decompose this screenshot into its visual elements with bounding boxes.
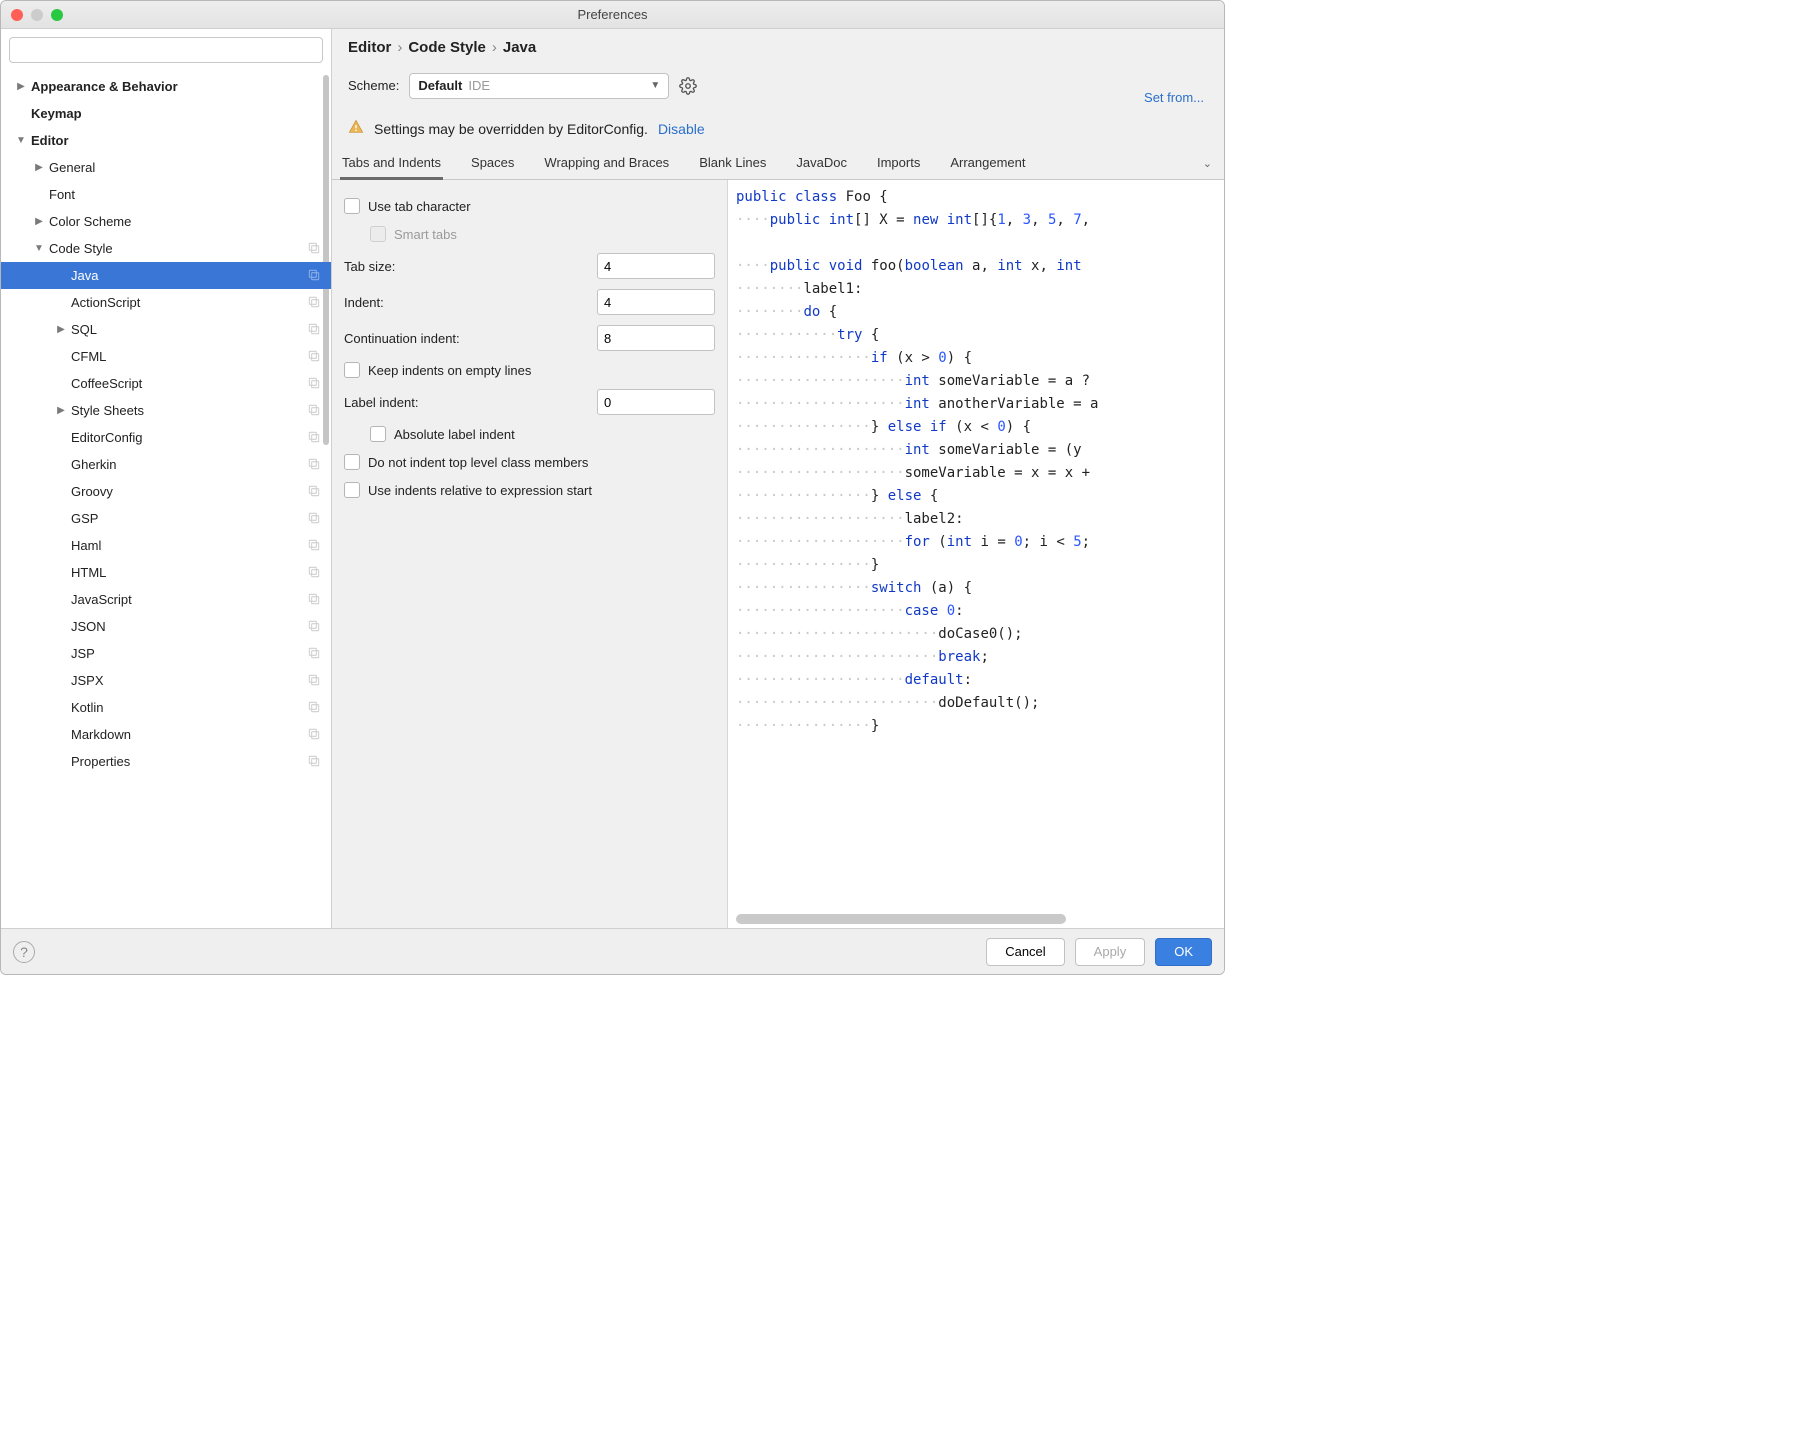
warning-icon — [348, 119, 364, 138]
tree-item-gsp[interactable]: GSP — [1, 505, 331, 532]
titlebar: Preferences — [1, 1, 1224, 29]
tree-item-cfml[interactable]: CFML — [1, 343, 331, 370]
code-preview: public class Foo { ····public int[] X = … — [727, 180, 1224, 928]
copy-icon — [307, 403, 323, 419]
tree-item-haml[interactable]: Haml — [1, 532, 331, 559]
copy-icon — [307, 727, 323, 743]
relative-expr-checkbox[interactable] — [344, 482, 360, 498]
copy-icon — [307, 322, 323, 338]
tabbar: Tabs and Indents Spaces Wrapping and Brace… — [332, 148, 1224, 180]
warning-text: Settings may be overridden by EditorConf… — [374, 121, 648, 137]
chevron-down-icon: ▼ — [650, 80, 660, 91]
copy-icon — [307, 673, 323, 689]
footer: ? Cancel Apply OK — [1, 928, 1224, 974]
apply-button: Apply — [1075, 938, 1146, 966]
tree-item-coffeescript[interactable]: CoffeeScript — [1, 370, 331, 397]
tree-item-font[interactable]: Font — [1, 181, 331, 208]
indent-field[interactable] — [597, 289, 715, 315]
scheme-label: Scheme: — [348, 78, 399, 93]
sidebar: ▶Appearance & BehaviorKeymap▼Editor▶Gene… — [1, 29, 332, 928]
copy-icon — [307, 565, 323, 581]
tabs-more-icon[interactable]: ⌄ — [1203, 157, 1216, 170]
tab-javadoc[interactable]: JavaDoc — [794, 148, 849, 180]
tab-spaces[interactable]: Spaces — [469, 148, 516, 180]
tree-item-gherkin[interactable]: Gherkin — [1, 451, 331, 478]
copy-icon — [307, 700, 323, 716]
expand-icon[interactable]: ▶ — [33, 216, 45, 227]
tree-item-markdown[interactable]: Markdown — [1, 721, 331, 748]
expand-icon[interactable]: ▼ — [15, 135, 27, 146]
disable-link[interactable]: Disable — [658, 121, 705, 137]
copy-icon — [307, 376, 323, 392]
tree-item-code-style[interactable]: ▼Code Style — [1, 235, 331, 262]
use-tab-checkbox[interactable] — [344, 198, 360, 214]
tab-arrangement[interactable]: Arrangement — [948, 148, 1027, 180]
help-icon[interactable]: ? — [13, 941, 35, 963]
copy-icon — [307, 619, 323, 635]
tab-wrapping-and-braces[interactable]: Wrapping and Braces — [542, 148, 671, 180]
expand-icon[interactable]: ▶ — [55, 324, 67, 335]
gear-icon[interactable] — [679, 77, 697, 95]
copy-icon — [307, 754, 323, 770]
tree-item-sql[interactable]: ▶SQL — [1, 316, 331, 343]
tree-item-general[interactable]: ▶General — [1, 154, 331, 181]
tree-item-jsp[interactable]: JSP — [1, 640, 331, 667]
tab-blank-lines[interactable]: Blank Lines — [697, 148, 768, 180]
keep-empty-checkbox[interactable] — [344, 362, 360, 378]
tree-item-appearance-behavior[interactable]: ▶Appearance & Behavior — [1, 73, 331, 100]
window-title: Preferences — [1, 7, 1224, 22]
label-indent-field[interactable] — [597, 389, 715, 415]
tab-tabs-and-indents[interactable]: Tabs and Indents — [340, 148, 443, 180]
search-input[interactable] — [9, 37, 323, 63]
expand-icon[interactable]: ▼ — [33, 243, 45, 254]
smart-tabs-checkbox — [370, 226, 386, 242]
absolute-label-checkbox[interactable] — [370, 426, 386, 442]
copy-icon — [307, 430, 323, 446]
main-panel: Editor›Code Style›Java Scheme: DefaultID… — [332, 29, 1224, 928]
scheme-select[interactable]: DefaultIDE ▼ — [409, 73, 669, 99]
tab-imports[interactable]: Imports — [875, 148, 922, 180]
tree-item-kotlin[interactable]: Kotlin — [1, 694, 331, 721]
tree-item-html[interactable]: HTML — [1, 559, 331, 586]
expand-icon[interactable]: ▶ — [55, 405, 67, 416]
tree-item-keymap[interactable]: Keymap — [1, 100, 331, 127]
tree-item-editorconfig[interactable]: EditorConfig — [1, 424, 331, 451]
tree-item-java[interactable]: Java — [1, 262, 331, 289]
tree-item-groovy[interactable]: Groovy — [1, 478, 331, 505]
no-top-indent-checkbox[interactable] — [344, 454, 360, 470]
copy-icon — [307, 349, 323, 365]
expand-icon[interactable]: ▶ — [33, 162, 45, 173]
copy-icon — [307, 484, 323, 500]
ok-button[interactable]: OK — [1155, 938, 1212, 966]
copy-icon — [307, 592, 323, 608]
horizontal-scrollbar[interactable] — [736, 914, 1066, 924]
tree-item-jspx[interactable]: JSPX — [1, 667, 331, 694]
tabs-indents-form: Use tab character Smart tabs Tab size: I… — [332, 180, 727, 928]
breadcrumb: Editor›Code Style›Java — [332, 29, 1224, 62]
continuation-indent-field[interactable] — [597, 325, 715, 351]
tree-item-style-sheets[interactable]: ▶Style Sheets — [1, 397, 331, 424]
tree-item-actionscript[interactable]: ActionScript — [1, 289, 331, 316]
expand-icon[interactable]: ▶ — [15, 81, 27, 92]
copy-icon — [307, 268, 323, 284]
cancel-button[interactable]: Cancel — [986, 938, 1064, 966]
tree-item-javascript[interactable]: JavaScript — [1, 586, 331, 613]
tree-item-editor[interactable]: ▼Editor — [1, 127, 331, 154]
settings-tree[interactable]: ▶Appearance & BehaviorKeymap▼Editor▶Gene… — [1, 71, 331, 928]
preferences-window: Preferences ▶Appearance & BehaviorKeymap… — [0, 0, 1225, 975]
copy-icon — [307, 457, 323, 473]
tab-size-field[interactable] — [597, 253, 715, 279]
tree-item-color-scheme[interactable]: ▶Color Scheme — [1, 208, 331, 235]
tree-item-json[interactable]: JSON — [1, 613, 331, 640]
copy-icon — [307, 241, 323, 257]
copy-icon — [307, 646, 323, 662]
copy-icon — [307, 295, 323, 311]
tree-item-properties[interactable]: Properties — [1, 748, 331, 775]
copy-icon — [307, 511, 323, 527]
copy-icon — [307, 538, 323, 554]
set-from-link[interactable]: Set from... — [1144, 90, 1208, 105]
